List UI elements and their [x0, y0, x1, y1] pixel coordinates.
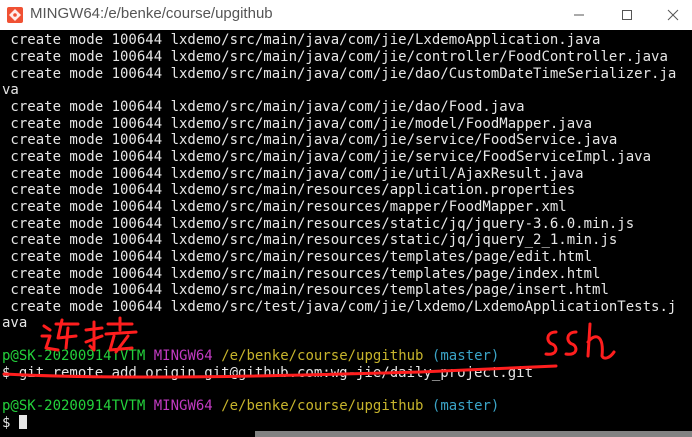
output-line: create mode 100644 lxdemo/src/main/resou… — [2, 249, 593, 265]
output-line: create mode 100644 lxdemo/src/main/resou… — [2, 266, 601, 282]
output-line: va — [2, 82, 19, 98]
terminal-area[interactable]: create mode 100644 lxdemo/src/main/java/… — [0, 30, 692, 437]
output-line: create mode 100644 lxdemo/src/main/java/… — [2, 32, 601, 48]
input-prompt: $ — [2, 415, 19, 431]
close-icon — [667, 9, 679, 21]
output-line: create mode 100644 lxdemo/src/main/java/… — [2, 66, 677, 82]
minimize-icon — [574, 14, 584, 16]
prompt-host: MINGW64 — [153, 348, 213, 364]
output-line: create mode 100644 lxdemo/src/main/resou… — [2, 199, 567, 215]
prompt-path: /e/benke/course/upgithub — [221, 348, 424, 364]
command-line: $ git remote add origin git@github.com:w… — [2, 365, 534, 381]
prompt-line: p@SK-20200914TVTM MINGW64 /e/benke/cours… — [2, 348, 499, 365]
prompt-host: MINGW64 — [153, 398, 213, 414]
title-bar: MINGW64:/e/benke/course/upgithub — [0, 0, 692, 30]
output-line: create mode 100644 lxdemo/src/main/resou… — [2, 232, 618, 248]
output-line: create mode 100644 lxdemo/src/main/resou… — [2, 216, 635, 232]
output-line: ava — [2, 315, 28, 331]
maximize-button[interactable] — [604, 0, 650, 30]
prompt-branch: (master) — [431, 348, 500, 364]
prompt-user: p@SK-20200914TVTM — [2, 398, 146, 414]
prompt-branch: (master) — [431, 398, 500, 414]
output-line: create mode 100644 lxdemo/src/test/java/… — [2, 299, 677, 315]
output-line: create mode 100644 lxdemo/src/main/java/… — [2, 149, 652, 165]
git-bash-icon — [7, 7, 23, 23]
text-cursor — [18, 415, 27, 429]
window-title: MINGW64:/e/benke/course/upgithub — [30, 5, 273, 22]
output-line: create mode 100644 lxdemo/src/main/java/… — [2, 99, 525, 115]
output-line: create mode 100644 lxdemo/src/main/resou… — [2, 182, 576, 198]
prompt-line: p@SK-20200914TVTM MINGW64 /e/benke/cours… — [2, 398, 499, 415]
output-line: create mode 100644 lxdemo/src/main/java/… — [2, 49, 668, 65]
output-line: create mode 100644 lxdemo/src/main/java/… — [2, 166, 584, 182]
minimize-button[interactable] — [556, 0, 602, 30]
prompt-path: /e/benke/course/upgithub — [221, 398, 424, 414]
input-line[interactable]: $ — [2, 415, 27, 432]
close-button[interactable] — [650, 0, 692, 30]
output-line: create mode 100644 lxdemo/src/main/java/… — [2, 116, 593, 132]
taskbar-strip — [255, 431, 692, 437]
output-line: create mode 100644 lxdemo/src/main/java/… — [2, 132, 618, 148]
output-line: create mode 100644 lxdemo/src/main/resou… — [2, 282, 609, 298]
maximize-icon — [622, 10, 632, 20]
prompt-user: p@SK-20200914TVTM — [2, 348, 146, 364]
